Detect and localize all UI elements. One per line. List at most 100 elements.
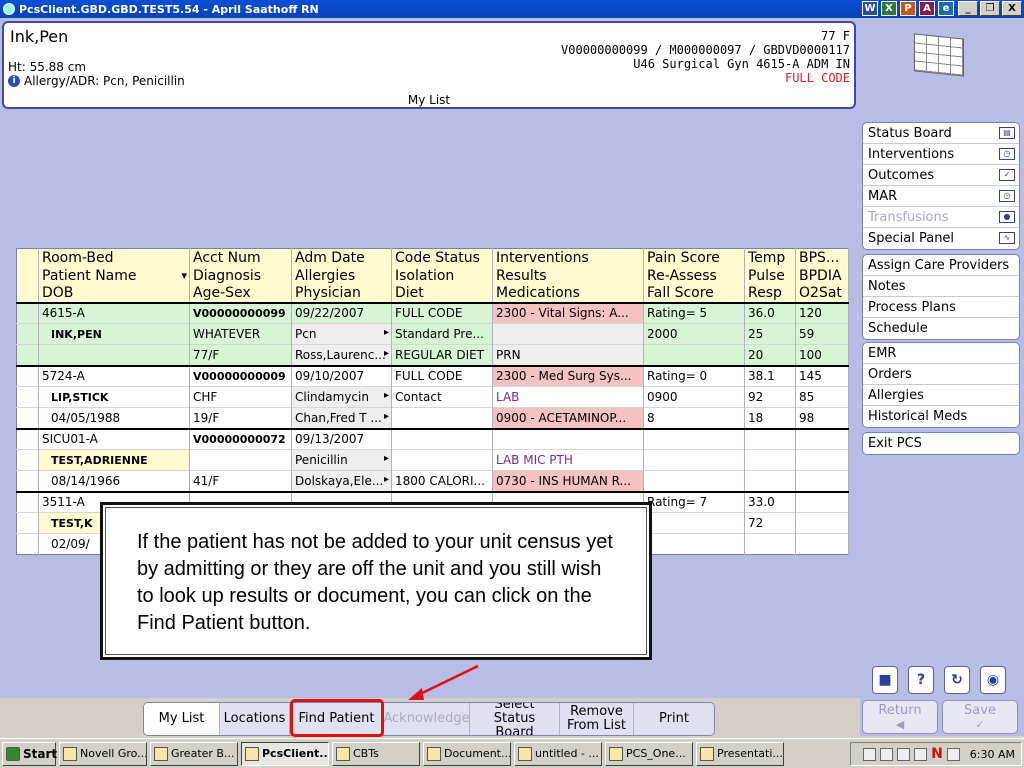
column-header[interactable]: Room-Bed [38, 248, 190, 267]
table-cell[interactable]: Rating= 5 [643, 302, 745, 324]
table-cell[interactable] [744, 470, 796, 493]
allergy-line[interactable]: i Allergy/ADR: Pcn, Penicillin [8, 74, 185, 88]
table-cell[interactable]: LAB MIC PTH [492, 449, 644, 471]
nav-historical-meds[interactable]: Historical Meds [863, 406, 1019, 427]
nav-process-plans[interactable]: Process Plans [863, 297, 1019, 318]
close-button[interactable]: X [1002, 1, 1022, 16]
table-cell[interactable] [643, 449, 745, 471]
table-cell[interactable]: Rating= 7 [643, 491, 745, 513]
table-cell[interactable] [744, 449, 796, 471]
table-cell[interactable]: FULL CODE [391, 365, 493, 387]
table-cell[interactable] [795, 533, 849, 555]
column-header[interactable]: Isolation [391, 266, 493, 285]
novell-n-icon[interactable]: N [931, 746, 943, 762]
column-header[interactable]: Code Status [391, 248, 493, 267]
table-cell[interactable]: SICU01-A [38, 428, 190, 450]
access-icon[interactable]: A [919, 1, 935, 16]
table-cell[interactable]: V00000000009 [189, 365, 292, 387]
table-cell[interactable]: 38.1 [744, 365, 796, 387]
lock-icon[interactable]: ■ [872, 666, 898, 694]
table-cell[interactable]: 92 [744, 386, 796, 408]
table-cell[interactable]: 18 [744, 407, 796, 430]
column-header[interactable]: Re-Assess [643, 266, 745, 285]
table-cell[interactable]: 19/F [189, 407, 292, 430]
table-cell[interactable]: PRN [492, 344, 644, 367]
table-cell[interactable]: INK,PEN [38, 323, 190, 345]
return-button[interactable]: Return ◀ [862, 700, 938, 734]
help-icon[interactable]: ? [908, 666, 934, 694]
column-header[interactable]: BPDIA [795, 266, 849, 285]
table-cell[interactable] [492, 428, 644, 450]
nav-allergies[interactable]: Allergies [863, 385, 1019, 406]
table-cell[interactable]: 2000 [643, 323, 745, 345]
census-grid-icon[interactable] [914, 33, 964, 77]
table-row[interactable]: INK,PENWHATEVERPcnStandard Pre... 2000255… [16, 323, 849, 345]
table-cell[interactable]: 2300 - Vital Signs: A... [492, 302, 644, 324]
antivirus-tray-icon[interactable] [897, 747, 911, 761]
column-header[interactable]: Fall Score [643, 284, 745, 304]
table-cell[interactable]: LIP,STICK [38, 386, 190, 408]
table-row[interactable]: TEST,ADRIENNE Penicillin LAB MIC PTH [16, 449, 849, 471]
table-cell[interactable]: FULL CODE [391, 302, 493, 324]
table-cell[interactable]: 85 [795, 386, 849, 408]
settings-icon[interactable]: ◉ [980, 666, 1006, 694]
table-cell[interactable]: Rating= 0 [643, 365, 745, 387]
table-cell[interactable] [744, 428, 796, 450]
table-cell[interactable]: 0900 [643, 386, 745, 408]
table-row[interactable]: 04/05/198819/FChan,Fred T ... 0900 - ACET… [16, 407, 849, 430]
table-cell[interactable]: 5724-A [38, 365, 190, 387]
table-cell[interactable]: 98 [795, 407, 849, 430]
nav-special-panel[interactable]: Special Panel ∿ [863, 228, 1019, 249]
taskbar-item[interactable]: untitled - ... [514, 741, 602, 766]
table-cell[interactable] [643, 344, 745, 367]
acknowledge-button[interactable]: Acknowledge [383, 703, 470, 735]
internet-explorer-icon[interactable]: e [938, 1, 954, 16]
table-cell[interactable] [643, 470, 745, 493]
table-row[interactable]: 08/14/196641/FDolskaya,Ele...1800 CALORI… [16, 470, 849, 493]
table-cell[interactable] [643, 428, 745, 450]
column-header[interactable]: Interventions [492, 248, 644, 267]
nav-outcomes[interactable]: Outcomes ✓ [863, 165, 1019, 186]
table-cell[interactable] [391, 407, 493, 430]
column-header[interactable]: Resp [744, 284, 796, 304]
table-cell[interactable]: 09/13/2007 [291, 428, 392, 450]
taskbar-item[interactable]: Greater B... [150, 741, 238, 766]
column-header[interactable]: Temp [744, 248, 796, 267]
table-cell[interactable]: 09/22/2007 [291, 302, 392, 324]
security-tray-icon[interactable] [914, 747, 928, 761]
table-cell[interactable]: 20 [744, 344, 796, 367]
table-cell[interactable] [643, 512, 745, 534]
table-cell[interactable]: 09/10/2007 [291, 365, 392, 387]
column-header[interactable]: BPS... [795, 248, 849, 267]
sort-dropdown-icon[interactable]: ▾ [181, 269, 187, 282]
taskbar-item[interactable]: PcsClient... [241, 741, 329, 766]
table-cell[interactable] [643, 533, 745, 555]
volume-tray-icon[interactable] [946, 747, 960, 761]
column-header[interactable]: Adm Date [291, 248, 392, 267]
column-header[interactable]: Pain Score [643, 248, 745, 267]
table-cell[interactable]: Chan,Fred T ... [291, 407, 392, 430]
nav-notes[interactable]: Notes [863, 276, 1019, 297]
table-cell[interactable] [492, 323, 644, 345]
taskbar-item[interactable]: Presentati... [696, 741, 784, 766]
refresh-icon[interactable]: ↻ [944, 666, 970, 694]
column-header[interactable]: Acct Num [189, 248, 292, 267]
table-cell[interactable]: 59 [795, 323, 849, 345]
save-button[interactable]: Save ✓ [942, 700, 1018, 734]
taskbar-item[interactable]: Document... [423, 741, 511, 766]
word-icon[interactable]: W [862, 1, 878, 16]
table-cell[interactable]: 1800 CALORI... [391, 470, 493, 493]
nav-status-board[interactable]: Status Board ▤ [863, 123, 1019, 144]
nav-assign-care-providers[interactable]: Assign Care Providers [863, 255, 1019, 276]
table-cell[interactable]: LAB [492, 386, 644, 408]
table-cell[interactable]: 4615-A [38, 302, 190, 324]
table-cell[interactable]: Penicillin [291, 449, 392, 471]
taskbar-item[interactable]: Novell Gro... [59, 741, 147, 766]
table-cell[interactable]: 0730 - INS HUMAN R... [492, 470, 644, 493]
column-header[interactable]: Diagnosis [189, 266, 292, 285]
table-row[interactable]: SICU01-A V00000000072 09/13/2007 [16, 428, 849, 450]
column-header[interactable]: Patient Name ▾ [38, 266, 190, 285]
table-cell[interactable]: Pcn [291, 323, 392, 345]
table-cell[interactable] [795, 512, 849, 534]
table-cell[interactable] [38, 344, 190, 367]
